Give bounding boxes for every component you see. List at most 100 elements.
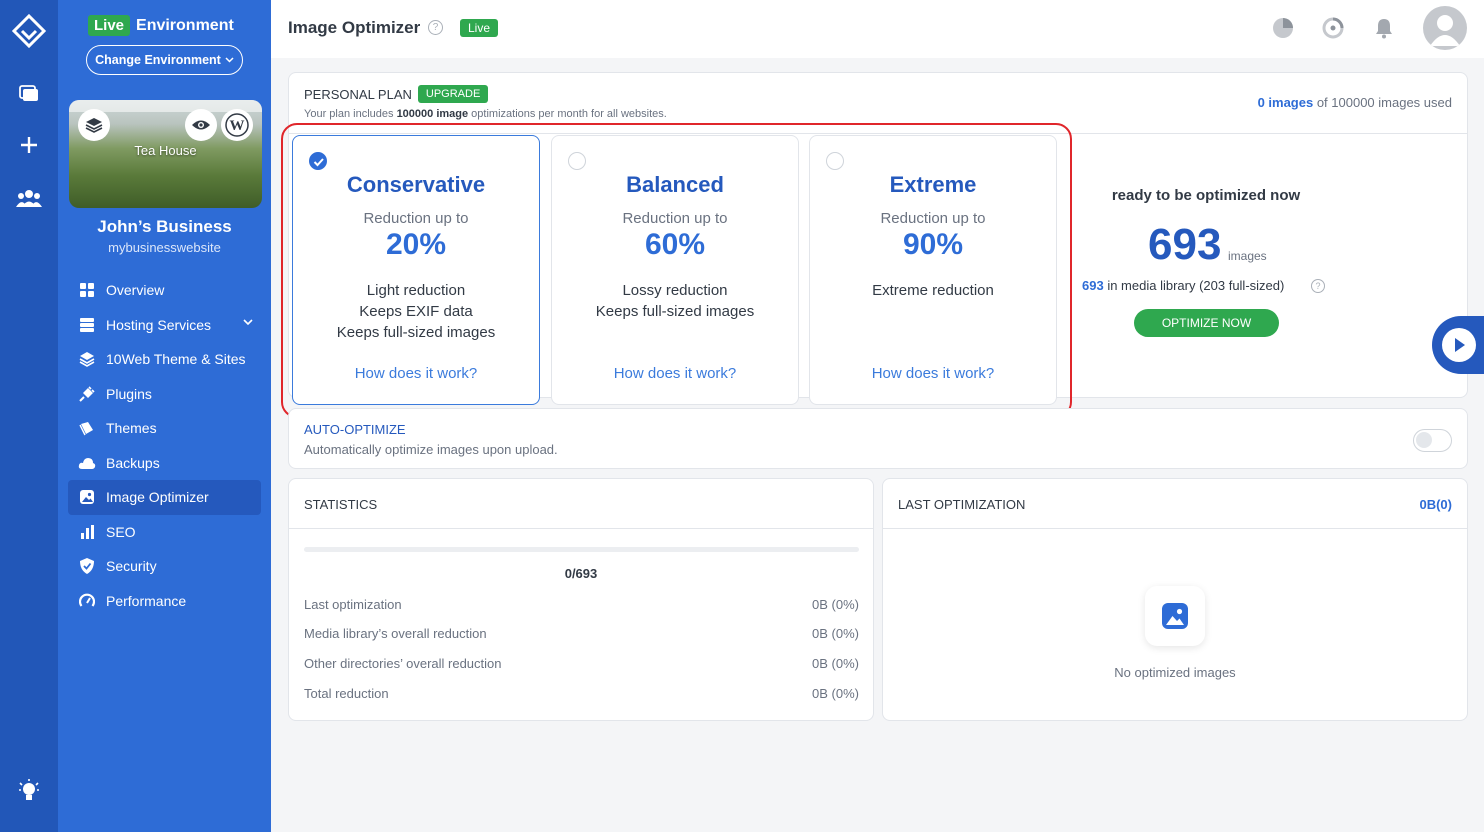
bell-icon[interactable] [1371,15,1397,41]
tenweb-logo-icon[interactable] [11,13,47,49]
stats-row-label: Other directories’ overall reduction [304,656,502,671]
media-library-line: 693 in media library (203 full-sized) [1082,278,1284,293]
stats-row: Media library’s overall reduction 0B (0%) [304,626,859,641]
sidebar-item-label: Overview [106,282,165,299]
stats-row-value: 0B (0%) [812,656,859,671]
header-live-badge: Live [460,19,499,37]
last-optimization-title: LAST OPTIMIZATION [898,497,1026,512]
change-environment-label: Change Environment [95,53,221,67]
plan-description: Your plan includes 100000 image optimiza… [304,108,667,120]
sidebar-nav: Overview Hosting Services 10Web Theme & … [68,273,261,618]
page-title: Image Optimizer [288,18,421,37]
stats-row-value: 0B (0%) [812,626,859,641]
sidebar-item-overview[interactable]: Overview [68,273,261,308]
ready-unit: images [1228,249,1267,263]
progress-text: 0/693 [564,566,598,581]
layers-icon [78,350,96,368]
sidebar-item-backups[interactable]: Backups [68,446,261,481]
preview-eye-icon[interactable] [185,109,217,141]
highlight-annotation [281,123,1072,418]
environment-row: Live Environment [88,15,234,36]
shield-icon [78,557,96,575]
auto-optimize-description: Automatically optimize images upon uploa… [304,442,558,457]
avatar[interactable] [1423,6,1467,50]
help-icon[interactable]: ? [1311,279,1325,293]
plan-header: PERSONAL PLAN UPGRADE [304,85,489,103]
empty-state-text: No optimized images [1114,665,1236,680]
stats-row: Last optimization 0B (0%) [304,597,859,612]
video-tutorial-tab[interactable] [1432,316,1484,374]
plan-sub-post: optimizations per month for all websites… [468,108,667,120]
layers-icon[interactable] [78,109,110,141]
auto-optimize-title: AUTO-OPTIMIZE [304,422,406,437]
env-live-badge: Live [88,15,131,36]
site-thumbnail[interactable]: W Tea House [69,100,262,208]
toggle-knob [1416,432,1432,448]
bar-chart-icon [78,523,96,541]
plug-icon [78,385,96,403]
sidebar-item-label: Image Optimizer [106,489,209,506]
ready-heading: ready to be optimized now [1111,187,1301,204]
grid-icon [78,281,96,299]
images-used-rest: of 100000 images used [1313,95,1452,110]
last-optimization-value: 0B(0) [1419,497,1452,512]
media-library-rest: in media library (203 full-sized) [1103,278,1285,293]
sidebar-item-image-optimizer[interactable]: Image Optimizer [68,480,261,515]
sidebar-item-label: 10Web Theme & Sites [106,351,246,368]
sidebar-item-10web-theme-sites[interactable]: 10Web Theme & Sites [68,342,261,377]
image-placeholder-icon [1145,586,1205,646]
image-icon [78,488,96,506]
change-environment-button[interactable]: Change Environment [86,45,243,75]
sidebar-item-seo[interactable]: SEO [68,515,261,550]
sidebar-item-plugins[interactable]: Plugins [68,377,261,412]
stats-row-label: Media library’s overall reduction [304,626,487,641]
gauge-icon [78,592,96,610]
sidebar-item-label: Plugins [106,385,152,402]
stats-row: Total reduction 0B (0%) [304,686,859,701]
stats-row-value: 0B (0%) [812,686,859,701]
stats-row-label: Total reduction [304,686,389,701]
business-name: John’s Business [97,217,232,236]
ready-count: 693 [1148,220,1222,269]
sidebar: Live Environment Change Environment W Te… [58,0,271,832]
sidebar-item-label: Hosting Services [106,316,212,333]
sidebar-item-label: Backups [106,454,160,471]
sidebar-item-label: Performance [106,592,187,609]
stats-row-label: Last optimization [304,597,402,612]
cloud-icon [78,454,96,472]
optimize-now-button[interactable]: OPTIMIZE NOW [1134,309,1279,337]
server-icon [78,316,96,334]
auto-optimize-card: AUTO-OPTIMIZE Automatically optimize ima… [288,408,1468,469]
auto-optimize-toggle[interactable] [1413,429,1452,452]
sidebar-item-hosting-services[interactable]: Hosting Services [68,308,261,343]
brush-icon [78,419,96,437]
help-icon[interactable]: ? [428,20,443,35]
lightbulb-icon[interactable] [15,778,43,806]
wordpress-icon[interactable]: W [221,109,253,141]
team-icon[interactable] [15,184,43,212]
optimization-progress-bar [304,547,859,552]
play-icon [1442,328,1476,362]
images-used-count: 0 images [1257,95,1314,110]
websites-icon[interactable] [15,80,43,108]
icon-rail [0,0,58,832]
statistics-title: STATISTICS [304,497,378,512]
chevron-down-icon [225,57,234,63]
media-library-count: 693 [1082,278,1104,293]
top-header: Image Optimizer ? Live [271,0,1484,58]
plan-label: PERSONAL PLAN [304,86,412,102]
add-icon[interactable] [15,131,43,159]
sidebar-item-security[interactable]: Security [68,549,261,584]
plan-sub-pre: Your plan includes [304,108,397,120]
sidebar-item-label: SEO [106,523,136,540]
images-used: 0 images of 100000 images used [1258,95,1452,110]
sidebar-item-performance[interactable]: Performance [68,584,261,619]
sidebar-item-themes[interactable]: Themes [68,411,261,446]
speed-gauge-icon[interactable] [1320,15,1346,41]
chevron-down-icon [243,318,253,325]
plan-sub-bold: 100000 image [396,108,469,120]
svg-text:W: W [230,118,245,134]
pie-chart-icon[interactable] [1270,15,1296,41]
upgrade-button[interactable]: UPGRADE [417,85,489,103]
thumbnail-title: Tea House [134,143,197,158]
